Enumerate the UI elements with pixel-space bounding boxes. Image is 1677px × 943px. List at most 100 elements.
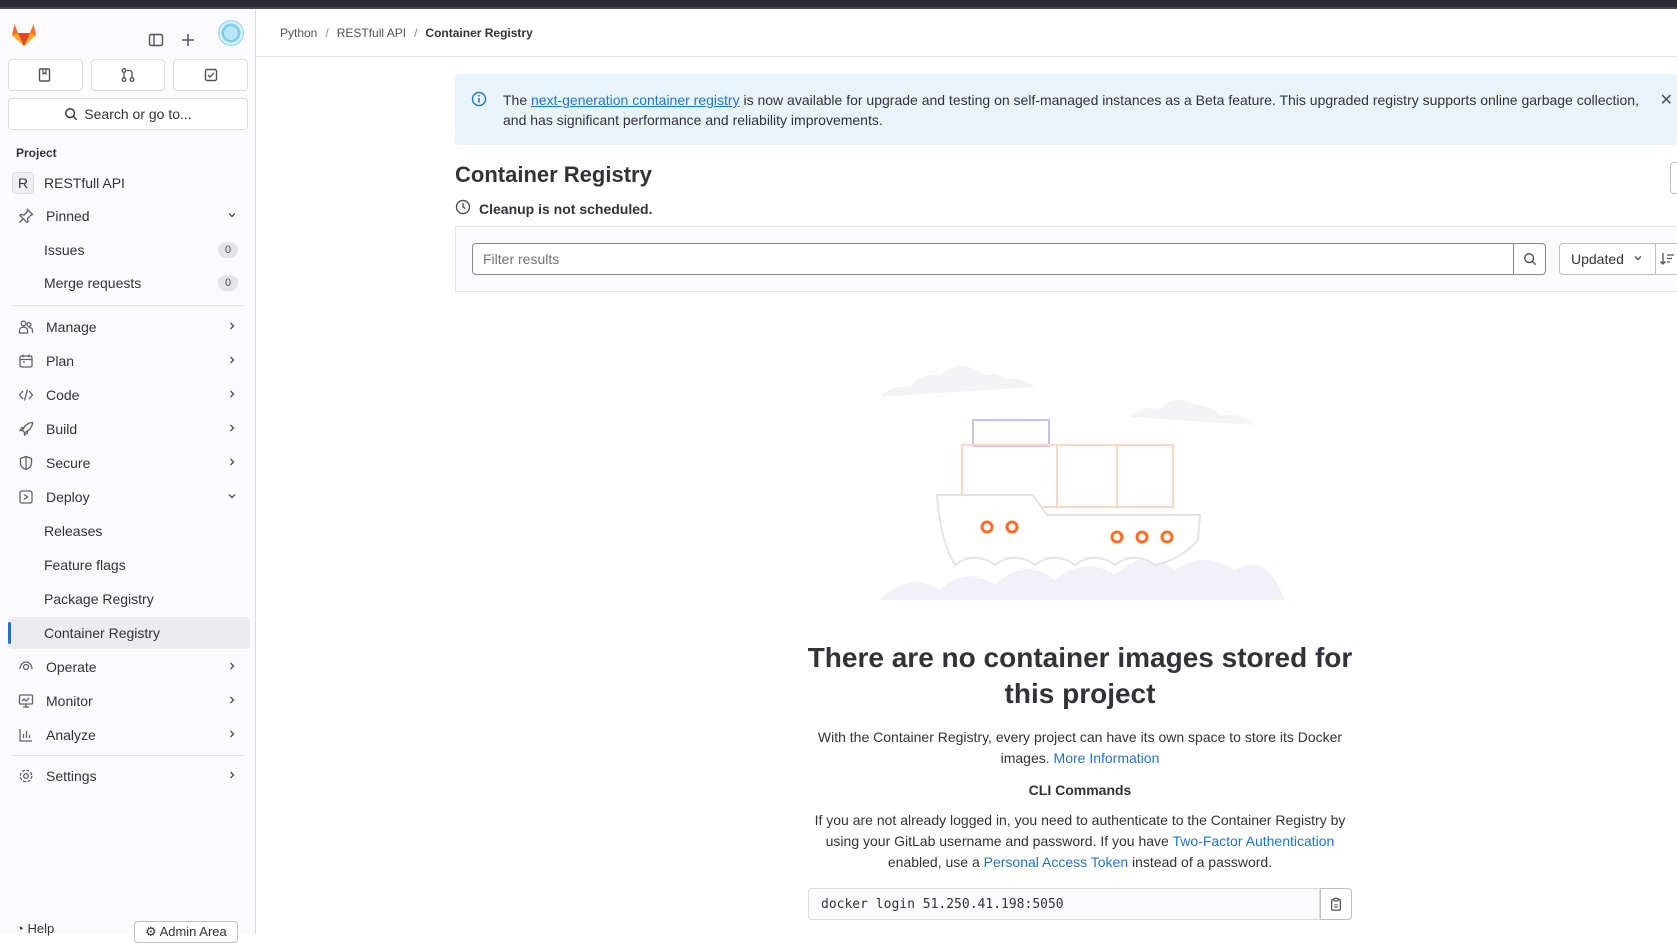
breadcrumb-current[interactable]: Container Registry	[425, 26, 532, 40]
more-information-link[interactable]: More Information	[1054, 750, 1160, 766]
top-header: Python / RESTfull API / Container Regist…	[256, 9, 1677, 57]
pin-icon	[16, 208, 36, 224]
sidebar-item-deploy[interactable]: Deploy	[8, 481, 250, 513]
avatar[interactable]	[218, 20, 244, 46]
merge-requests-label: Merge requests	[44, 275, 142, 291]
two-factor-link[interactable]: Two-Factor Authentication	[1172, 833, 1334, 849]
search-icon	[65, 108, 78, 121]
sidebar-item-releases[interactable]: Releases	[8, 515, 250, 547]
project-avatar: R	[12, 172, 34, 194]
sidebar-item-code[interactable]: Code	[8, 379, 250, 411]
sidebar-item-build[interactable]: Build	[8, 413, 250, 445]
issues-count-badge: 0	[218, 242, 238, 258]
breadcrumb-item[interactable]: RESTfull API	[337, 26, 406, 40]
merge-requests-counter-icon[interactable]	[90, 59, 166, 91]
monitor-icon	[16, 693, 36, 709]
docker-login-command[interactable]: docker login 51.250.41.198:5050	[808, 888, 1320, 920]
plan-label: Plan	[46, 353, 75, 369]
sidebar-search-label: Search or go to...	[84, 106, 192, 122]
cli-text-2: enabled, use a	[887, 854, 984, 870]
chevron-right-icon	[226, 353, 238, 369]
chevron-right-icon	[226, 455, 238, 471]
admin-icon: ⚙	[145, 924, 157, 939]
sidebar-item-feature-flags[interactable]: Feature flags	[8, 549, 250, 581]
sort-direction-button[interactable]	[1656, 243, 1677, 275]
issues-counter-icon[interactable]	[8, 59, 83, 91]
browser-top-strip	[0, 0, 1677, 9]
issues-label: Issues	[44, 242, 85, 258]
sidebar-counters	[8, 59, 249, 91]
calendar-icon	[16, 353, 36, 369]
sidebar-item-monitor[interactable]: Monitor	[8, 685, 250, 717]
shield-icon	[16, 455, 36, 471]
sidebar-item-manage[interactable]: Manage	[8, 311, 250, 343]
pinned-label: Pinned	[46, 208, 90, 224]
cli-commands-title: CLI Commands	[1028, 782, 1132, 798]
sidebar-divider	[12, 305, 244, 306]
copy-icon	[1331, 897, 1341, 911]
sidebar-search-button[interactable]: Search or go to...	[8, 98, 248, 130]
filter-search-button[interactable]	[1514, 243, 1546, 275]
sort-lowest-icon	[1660, 253, 1674, 265]
personal-access-token-link[interactable]: Personal Access Token	[984, 854, 1129, 870]
breadcrumb-separator: /	[414, 26, 418, 40]
settings-button[interactable]	[1670, 162, 1677, 194]
sidebar-item-pinned[interactable]: Pinned	[8, 200, 250, 232]
chart-icon	[16, 727, 36, 743]
admin-area-button[interactable]: ⚙ Admin Area	[134, 921, 238, 943]
sidebar: Search or go to... Project R RESTfull AP…	[0, 9, 256, 943]
next-gen-registry-link[interactable]: next-generation container registry	[531, 92, 740, 108]
chevron-right-icon	[226, 693, 238, 709]
secure-label: Secure	[46, 455, 91, 471]
info-alert: The next-generation container registry i…	[455, 74, 1677, 145]
empty-state-title: There are no container images stored for…	[807, 642, 1353, 709]
plus-icon[interactable]	[172, 24, 204, 56]
alert-prefix: The	[503, 92, 532, 108]
rocket-icon	[16, 421, 36, 437]
sidebar-top	[0, 9, 256, 65]
cleanup-text: Cleanup is not scheduled.	[479, 200, 653, 217]
chevron-right-icon	[226, 768, 238, 784]
filter-input[interactable]: Filter results	[472, 243, 1514, 275]
sidebar-item-package-registry[interactable]: Package Registry	[8, 583, 250, 615]
close-icon[interactable]: ✕	[1660, 90, 1673, 110]
sidebar-item-plan[interactable]: Plan	[8, 345, 250, 377]
admin-area-label: Admin Area	[159, 924, 227, 939]
feature-flags-label: Feature flags	[44, 557, 126, 573]
sidebar-item-secure[interactable]: Secure	[8, 447, 250, 479]
todo-counter-icon[interactable]	[173, 59, 249, 91]
clock-icon	[455, 199, 471, 218]
sort-dropdown[interactable]: Updated	[1559, 243, 1656, 275]
search-icon	[1523, 253, 1536, 266]
filter-bar: Filter results Updated	[455, 226, 1677, 292]
chevron-right-icon	[226, 421, 238, 437]
cleanup-status: Cleanup is not scheduled.	[455, 199, 652, 218]
copy-command-button[interactable]	[1320, 888, 1352, 920]
sidebar-section-title: Project	[16, 146, 57, 160]
toggle-sidebar-icon[interactable]	[140, 24, 172, 56]
sidebar-item-settings[interactable]: Settings	[8, 760, 250, 792]
deploy-icon	[16, 489, 36, 505]
sidebar-item-operate[interactable]: Operate	[8, 651, 250, 683]
sidebar-item-merge-requests[interactable]: Merge requests 0	[8, 267, 250, 299]
sidebar-item-analyze[interactable]: Analyze	[8, 719, 250, 751]
sidebar-item-container-registry[interactable]: Container Registry	[8, 617, 250, 649]
sidebar-project-link[interactable]: R RESTfull API	[8, 167, 250, 199]
code-icon	[16, 387, 36, 403]
chevron-right-icon	[226, 387, 238, 403]
operate-label: Operate	[46, 659, 97, 675]
chevron-right-icon	[226, 319, 238, 335]
cloud-gear-icon	[16, 659, 36, 675]
gear-icon	[16, 768, 36, 784]
chevron-right-icon	[226, 659, 238, 675]
sidebar-item-issues[interactable]: Issues 0	[8, 234, 250, 266]
project-name: RESTfull API	[44, 175, 125, 191]
page-title: Container Registry	[455, 162, 652, 187]
cli-text-3: instead of a password.	[1128, 854, 1273, 870]
sidebar-divider	[12, 755, 244, 756]
gitlab-logo-icon[interactable]	[10, 21, 38, 47]
chevron-down-icon	[226, 489, 238, 505]
releases-label: Releases	[44, 523, 103, 539]
analyze-label: Analyze	[46, 727, 96, 743]
breadcrumb-item[interactable]: Python	[280, 26, 317, 40]
